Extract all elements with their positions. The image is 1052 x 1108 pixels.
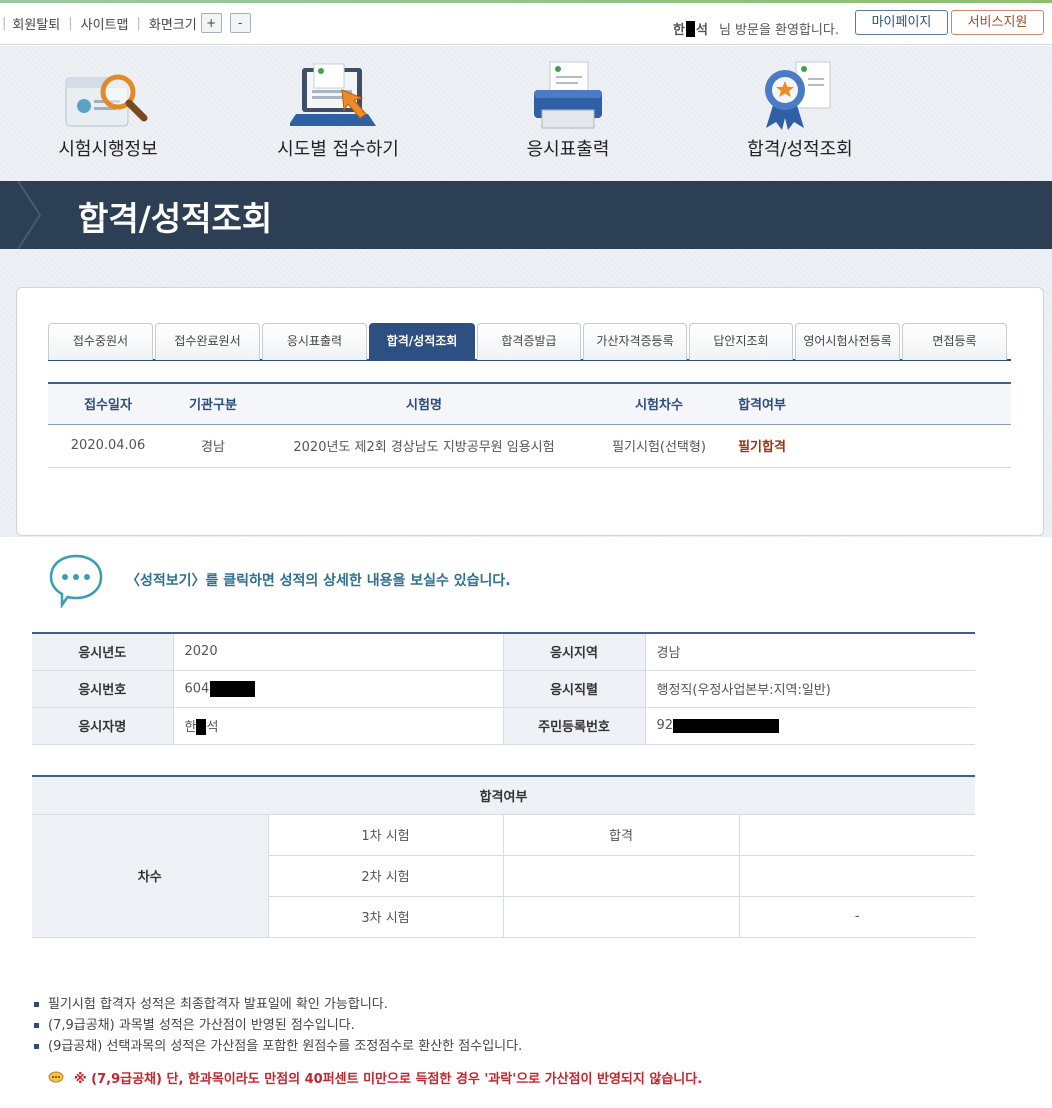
round-result bbox=[503, 855, 740, 897]
menu-label: 시도별 접수하기 bbox=[277, 139, 399, 160]
empty-cell bbox=[796, 424, 1011, 468]
rrn-prefix: 92 bbox=[656, 718, 674, 733]
pass-status: 필기합격 bbox=[728, 424, 796, 468]
score-notice: 〈성적보기〉를 클릭하면 성적의 상세한 내용을 보실수 있습니다. bbox=[126, 573, 511, 589]
exam-name: 2020년도 제2회 경상남도 지방공무원 임용시험 bbox=[258, 424, 590, 468]
round-extra bbox=[739, 814, 975, 856]
agency: 경남 bbox=[168, 424, 258, 468]
icon-menu: 시험시행정보 시도별 접수하기 응시표출력 합격/성적조회 bbox=[0, 46, 1052, 181]
utility-bar: | 회원탈퇴 | 사이트맵 | 화면크기 + - 한 석 님 방문을 환영합니다… bbox=[0, 3, 1052, 45]
apply-date: 2020.04.06 bbox=[48, 424, 168, 468]
round-name: 1차 시험 bbox=[268, 814, 504, 856]
job-value: 행정직(우정사업본부:지역:일반) bbox=[645, 670, 975, 708]
printer-icon bbox=[534, 61, 602, 129]
year-label: 응시년도 bbox=[32, 632, 174, 671]
page-title: 합격/성적조회 bbox=[78, 199, 273, 238]
tab-completed-application[interactable]: 접수완료원서 bbox=[155, 323, 260, 360]
result-header: 합격여부 bbox=[32, 775, 975, 815]
user-name-first: 한 bbox=[673, 23, 685, 38]
region-label: 응시지역 bbox=[503, 632, 646, 671]
search-document-icon bbox=[65, 74, 148, 127]
column-header: 합격여부 bbox=[728, 382, 796, 425]
award-ribbon-icon bbox=[765, 61, 831, 130]
result-header-row: 합격여부 bbox=[32, 775, 975, 815]
user-name-last: 석 bbox=[695, 23, 708, 38]
applicant-name-redaction bbox=[196, 719, 207, 736]
round-name: 2차 시험 bbox=[268, 855, 504, 897]
list-item: (9급공채) 선택과목의 성적은 가산점을 포함한 원점수를 조정점수로 환산한… bbox=[32, 1036, 522, 1057]
tab-bonus-certificate[interactable]: 가산자격증등록 bbox=[583, 323, 687, 360]
column-header: 시험차수 bbox=[590, 382, 728, 425]
column-header: 기관구분 bbox=[168, 382, 258, 425]
round-extra: - bbox=[739, 896, 975, 938]
round-name: 3차 시험 bbox=[268, 896, 504, 938]
applicant-name-value: 한석 bbox=[173, 707, 504, 745]
rrn-redaction bbox=[673, 718, 780, 733]
exam-number-value: 604 bbox=[173, 670, 504, 708]
info-row: 응시자명 한석 주민등록번호 92 bbox=[32, 707, 975, 745]
column-header: 시험명 bbox=[258, 382, 590, 425]
withdraw-link[interactable]: 회원탈퇴 bbox=[12, 14, 60, 33]
applicant-info-table: 응시년도 2020 응시지역 경남 응시번호 604 응시직렬 행정직(우정사업… bbox=[32, 632, 975, 745]
zoom-label: 화면크기 bbox=[148, 17, 197, 33]
region-value: 경남 bbox=[645, 632, 975, 671]
exam-number-prefix: 604 bbox=[184, 681, 210, 696]
tab-bar: 접수중원서 접수완료원서 응시표출력 합격/성적조회 합격증발급 가산자격증등록… bbox=[48, 323, 1011, 361]
pass-result-table: 합격여부 차수 1차 시험 합격 2차 시험 3차 시험 - bbox=[32, 775, 975, 938]
speech-bubble-icon bbox=[48, 1071, 64, 1082]
table-row[interactable]: 2020.04.06 경남 2020년도 제2회 경상남도 지방공무원 임용시험… bbox=[48, 424, 1011, 468]
table-row: 차수 1차 시험 합격 bbox=[32, 814, 975, 938]
utility-links: | 회원탈퇴 | 사이트맵 | 화면크기 + - bbox=[0, 13, 251, 33]
menu-label: 시험시행정보 bbox=[58, 139, 158, 160]
zoom-out-button[interactable]: - bbox=[229, 13, 251, 33]
applicant-name-label: 응시자명 bbox=[32, 707, 174, 745]
menu-label: 합격/성적조회 bbox=[747, 139, 853, 160]
mypage-button[interactable]: 마이페이지 bbox=[855, 10, 948, 35]
exam-number-redaction bbox=[210, 680, 256, 697]
tab-english-preregistration[interactable]: 영어시험사전등록 bbox=[795, 323, 900, 360]
chat-bubble-icon bbox=[49, 554, 103, 608]
tab-pending-application[interactable]: 접수중원서 bbox=[48, 323, 153, 360]
page-title-banner: 합격/성적조회 bbox=[0, 181, 1052, 249]
job-label: 응시직렬 bbox=[503, 670, 646, 708]
tab-pass-score[interactable]: 합격/성적조회 bbox=[369, 323, 475, 361]
zoom-in-button[interactable]: + bbox=[200, 13, 222, 33]
round-extra bbox=[739, 855, 975, 897]
warning-text: ※ (7,9급공채) 단, 한과목이라도 만점의 40퍼센트 미만으로 득점한 … bbox=[74, 1072, 703, 1087]
exam-round: 필기시험(선택형) bbox=[590, 424, 728, 468]
sitemap-link[interactable]: 사이트맵 bbox=[81, 14, 129, 33]
list-item: (7,9급공채) 과목별 성적은 가산점이 반영된 점수입니다. bbox=[32, 1015, 522, 1036]
warning-note: ※ (7,9급공채) 단, 한과목이라도 만점의 40퍼센트 미만으로 득점한 … bbox=[48, 1068, 702, 1087]
laptop-apply-icon bbox=[290, 63, 376, 126]
tab-answer-sheet[interactable]: 답안지조회 bbox=[689, 323, 793, 360]
year-value: 2020 bbox=[173, 632, 504, 671]
info-row: 응시년도 2020 응시지역 경남 bbox=[32, 632, 975, 671]
service-support-button[interactable]: 서비스지원 bbox=[951, 10, 1044, 35]
menu-label: 응시표출력 bbox=[526, 139, 610, 160]
round-result: 합격 bbox=[503, 814, 740, 856]
application-table: 접수일자 기관구분 시험명 시험차수 합격여부 2020.04.06 경남 20… bbox=[48, 382, 1011, 468]
applicant-name-last: 석 bbox=[206, 719, 219, 735]
tab-interview-registration[interactable]: 면접등록 bbox=[902, 323, 1007, 360]
welcome-suffix: 님 방문을 환영합니다. bbox=[718, 23, 839, 38]
chevron-right-icon bbox=[17, 181, 42, 249]
column-header-empty bbox=[796, 382, 1011, 425]
column-header: 접수일자 bbox=[48, 382, 168, 425]
rrn-value: 92 bbox=[645, 707, 975, 745]
notes-list: 필기시험 합격자 성적은 최종합격자 발표일에 확인 가능합니다. (7,9급공… bbox=[32, 994, 522, 1057]
applicant-name-first: 한 bbox=[184, 719, 197, 735]
tab-pass-certificate[interactable]: 합격증발급 bbox=[477, 323, 581, 360]
tab-admission-ticket[interactable]: 응시표출력 bbox=[262, 323, 367, 360]
exam-number-label: 응시번호 bbox=[32, 670, 174, 708]
round-header: 차수 bbox=[32, 814, 269, 938]
info-row: 응시번호 604 응시직렬 행정직(우정사업본부:지역:일반) bbox=[32, 670, 975, 708]
table-header-row: 접수일자 기관구분 시험명 시험차수 합격여부 bbox=[48, 382, 1011, 425]
list-item: 필기시험 합격자 성적은 최종합격자 발표일에 확인 가능합니다. bbox=[32, 994, 522, 1015]
name-redaction bbox=[685, 20, 695, 37]
rrn-label: 주민등록번호 bbox=[503, 707, 646, 745]
round-result bbox=[503, 896, 740, 938]
welcome-message: 한 석 님 방문을 환영합니다. bbox=[673, 19, 839, 38]
